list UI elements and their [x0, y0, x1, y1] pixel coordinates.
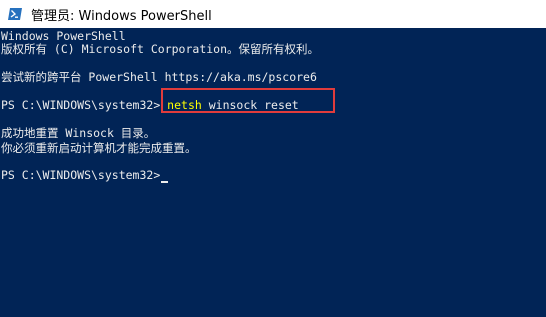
window-title: 管理员: Windows PowerShell [31, 8, 212, 24]
console-copyright-line: 版权所有 (C) Microsoft Corporation。保留所有权利。 [1, 42, 320, 56]
console-pscore-hint-line: 尝试新的跨平台 PowerShell https://aka.ms/pscore… [1, 70, 317, 84]
text-cursor [161, 181, 169, 183]
console-output-line: 你必须重新启动计算机才能完成重置。 [1, 141, 197, 155]
command-highlight-annotation [161, 88, 335, 113]
title-bar[interactable]: 管理员: Windows PowerShell [0, 0, 546, 28]
console-prompt: PS C:\WINDOWS\system32> [1, 98, 168, 112]
console-current-prompt[interactable]: PS C:\WINDOWS\system32> [1, 167, 169, 183]
console-output-area[interactable]: Windows PowerShell 版权所有 (C) Microsoft Co… [0, 28, 546, 317]
powershell-window: 管理员: Windows PowerShell Windows PowerShe… [0, 0, 546, 317]
console-output-line: 成功地重置 Winsock 目录。 [1, 126, 156, 140]
console-prompt: PS C:\WINDOWS\system32> [1, 168, 161, 182]
powershell-icon [8, 8, 22, 20]
